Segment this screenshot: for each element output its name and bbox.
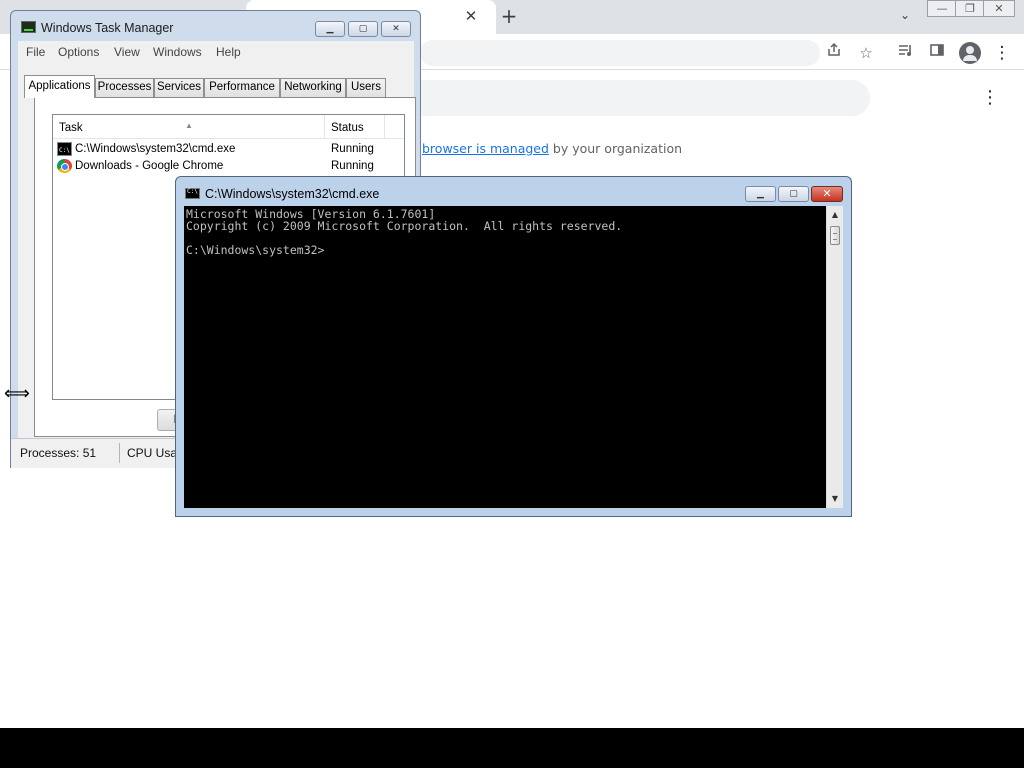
address-bar[interactable] xyxy=(420,40,820,66)
maximize-button[interactable]: ▢ xyxy=(348,21,378,37)
scroll-down-arrow-icon[interactable]: ▼ xyxy=(827,492,843,506)
browser-close-button[interactable]: ✕ xyxy=(983,0,1015,17)
processes-count: Processes: 51 xyxy=(20,446,97,460)
console-scrollbar[interactable]: ▲ ▼ xyxy=(826,206,843,508)
task-row[interactable]: C:\Windows\system32\cmd.exe Running xyxy=(57,141,402,159)
tab-networking[interactable]: Networking xyxy=(280,78,346,97)
managed-link[interactable]: browser is managed xyxy=(422,141,549,156)
taskbar xyxy=(0,728,1024,768)
scroll-thumb[interactable] xyxy=(830,226,840,245)
sort-arrow-icon: ▲ xyxy=(185,121,193,130)
column-status-label: Status xyxy=(331,122,364,134)
console-output: Microsoft Windows [Version 6.1.7601] Cop… xyxy=(186,208,622,256)
cmd-close-button[interactable]: ✕ xyxy=(811,186,843,202)
task-manager-title: Windows Task Manager xyxy=(41,21,174,35)
list-header: ▲ Task Status xyxy=(53,115,404,139)
share-icon[interactable] xyxy=(823,42,845,64)
cmd-window: C:\Windows\system32\cmd.exe ▁ ▢ ✕ Micros… xyxy=(175,176,852,517)
menu-view[interactable]: View xyxy=(114,45,140,59)
cmd-icon xyxy=(57,142,72,159)
console-area[interactable]: Microsoft Windows [Version 6.1.7601] Cop… xyxy=(184,206,826,508)
cmd-title: C:\Windows\system32\cmd.exe xyxy=(205,187,380,201)
media-icon[interactable] xyxy=(894,42,916,64)
task-name: Downloads - Google Chrome xyxy=(75,160,224,172)
menu-icon[interactable]: ⋮ xyxy=(991,42,1013,64)
column-task-label: Task xyxy=(59,122,83,134)
console-line: Copyright (c) 2009 Microsoft Corporation… xyxy=(186,219,623,233)
tab-processes[interactable]: Processes xyxy=(95,78,154,97)
menu-options[interactable]: Options xyxy=(58,45,99,59)
minimize-button[interactable]: ▁ xyxy=(315,21,345,37)
managed-suffix: by your organization xyxy=(548,141,683,156)
task-manager-icon xyxy=(21,21,36,33)
side-panel-icon[interactable] xyxy=(926,42,948,64)
tab-applications[interactable]: Applications xyxy=(24,75,95,98)
scroll-up-arrow-icon[interactable]: ▲ xyxy=(827,208,843,222)
task-manager-titlebar[interactable]: Windows Task Manager ▁ ▢ ✕ xyxy=(11,11,420,41)
new-tab-button[interactable]: + xyxy=(499,6,519,26)
status-divider xyxy=(119,443,120,463)
tab-users[interactable]: Users xyxy=(346,78,386,97)
task-status: Running xyxy=(331,143,374,155)
menu-bar: File Options View Windows Help xyxy=(18,41,414,63)
browser-restore-button[interactable]: ❐ xyxy=(955,0,985,17)
task-status: Running xyxy=(331,160,374,172)
cmd-icon xyxy=(185,188,200,199)
cmd-minimize-button[interactable]: ▁ xyxy=(745,186,776,202)
star-icon[interactable]: ☆ xyxy=(855,42,877,64)
cmd-maximize-button[interactable]: ▢ xyxy=(778,186,809,202)
column-task[interactable]: ▲ Task xyxy=(53,115,325,139)
menu-windows[interactable]: Windows xyxy=(153,45,202,59)
browser-minimize-button[interactable]: — xyxy=(927,0,957,17)
console-prompt: C:\Windows\system32> xyxy=(186,243,325,257)
column-status[interactable]: Status xyxy=(325,115,385,139)
page-menu-icon[interactable]: ⋮ xyxy=(980,88,1000,108)
resize-cursor-icon: ⟺ xyxy=(4,383,30,404)
chrome-icon xyxy=(57,159,72,173)
menu-file[interactable]: File xyxy=(26,45,45,59)
profile-icon[interactable] xyxy=(959,42,981,64)
search-box[interactable] xyxy=(400,80,870,116)
task-row[interactable]: Downloads - Google Chrome Running xyxy=(57,158,402,175)
menu-help[interactable]: Help xyxy=(216,45,241,59)
close-button[interactable]: ✕ xyxy=(381,21,411,37)
task-name: C:\Windows\system32\cmd.exe xyxy=(75,143,236,155)
tab-search-icon[interactable]: ⌄ xyxy=(896,8,914,26)
managed-notice: browser is managed by your organization xyxy=(422,141,682,156)
tab-performance[interactable]: Performance xyxy=(204,78,280,97)
tab-close-icon[interactable]: ✕ xyxy=(462,7,480,25)
tab-services[interactable]: Services xyxy=(154,78,204,97)
